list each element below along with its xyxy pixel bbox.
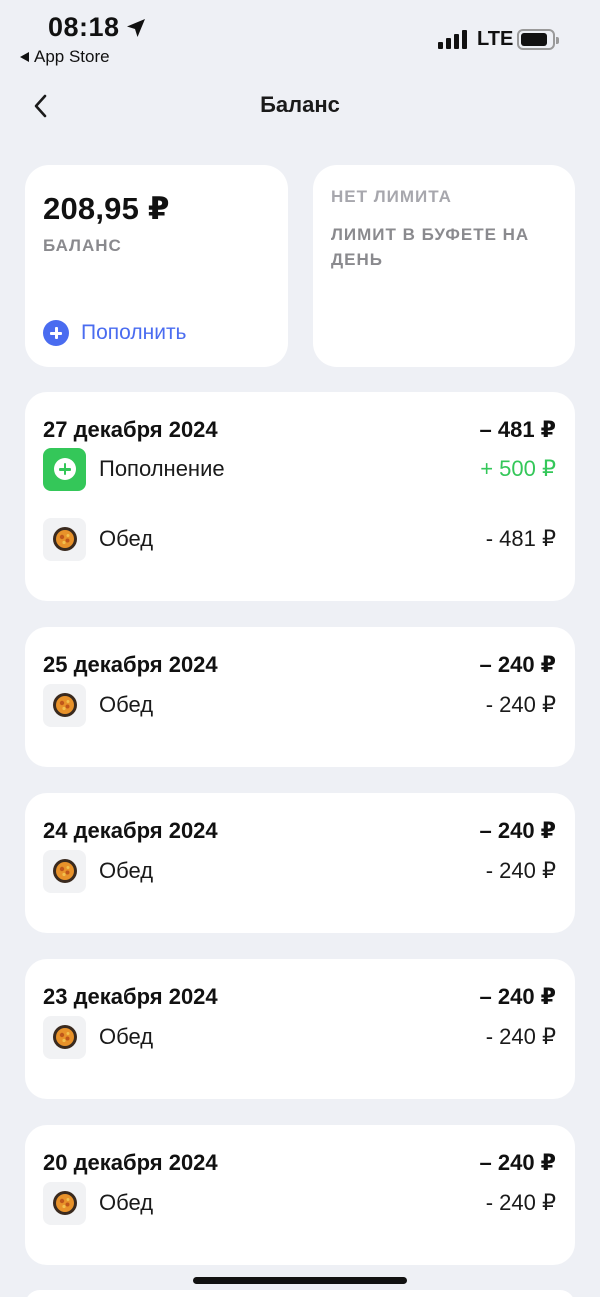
back-to-app-store[interactable]: App Store (20, 47, 110, 67)
day-date: 23 декабря 2024 (43, 984, 218, 1009)
transaction-row[interactable]: Обед - 240 ₽ (43, 1015, 556, 1059)
day-group: 20 декабря 2024 – 240 ₽ Обед - 240 ₽ (25, 1125, 575, 1265)
transaction-row[interactable]: Обед - 481 ₽ (43, 517, 556, 561)
network-type: LTE (477, 28, 514, 50)
transaction-name: Обед (99, 1190, 154, 1215)
transaction-row[interactable]: Обед - 240 ₽ (43, 683, 556, 727)
transaction-amount: + 500 ₽ (480, 456, 556, 481)
back-app-label: App Store (34, 47, 110, 66)
home-indicator (193, 1277, 407, 1284)
transaction-amount: - 481 ₽ (485, 526, 556, 551)
balance-card: 208,95 ₽ БАЛАНС Пополнить (25, 165, 288, 367)
meal-plate-icon (43, 517, 86, 561)
limit-card: НЕТ ЛИМИТА ЛИМИТ В БУФЕТЕ НА ДЕНЬ (313, 165, 575, 367)
day-date: 24 декабря 2024 (43, 818, 218, 843)
page-title: Баланс (260, 92, 340, 117)
balance-amount: 208,95 ₽ (43, 191, 170, 226)
transaction-row[interactable]: Обед - 240 ₽ (43, 1181, 556, 1225)
next-day-group-peek (25, 1290, 575, 1297)
location-arrow-icon (127, 19, 145, 37)
day-date: 20 декабря 2024 (43, 1150, 218, 1175)
plus-circle-icon (43, 320, 69, 346)
topup-button-label: Пополнить (81, 321, 187, 344)
balance-label: БАЛАНС (43, 236, 122, 255)
day-group: 23 декабря 2024 – 240 ₽ Обед - 240 ₽ (25, 959, 575, 1099)
limit-value: НЕТ ЛИМИТА (331, 187, 452, 206)
topup-button[interactable]: Пополнить (43, 320, 187, 346)
day-group: 24 декабря 2024 – 240 ₽ Обед - 240 ₽ (25, 793, 575, 933)
transaction-amount: - 240 ₽ (485, 692, 556, 717)
status-bar: 08:18 App Store LTE (0, 0, 600, 75)
day-date: 25 декабря 2024 (43, 652, 218, 677)
back-triangle-icon (20, 52, 29, 62)
transaction-amount: - 240 ₽ (485, 1190, 556, 1215)
day-total: – 481 ₽ (479, 417, 556, 442)
transaction-name: Обед (99, 526, 154, 551)
day-total: – 240 ₽ (479, 1150, 556, 1175)
limit-label: ЛИМИТ В БУФЕТЕ НА ДЕНЬ (331, 225, 530, 269)
transaction-name: Обед (99, 1024, 154, 1049)
signal-icon (438, 30, 467, 49)
transaction-amount: - 240 ₽ (485, 858, 556, 883)
transaction-row[interactable]: Обед - 240 ₽ (43, 849, 556, 893)
transaction-name: Обед (99, 692, 154, 717)
meal-plate-icon (43, 849, 86, 893)
day-group: 27 декабря 2024 – 481 ₽ Пополнение + 500 ₽ О… (25, 392, 575, 601)
status-time: 08:18 (48, 12, 120, 42)
plus-circle-icon (43, 447, 86, 491)
transaction-name: Обед (99, 858, 154, 883)
day-total: – 240 ₽ (479, 984, 556, 1009)
day-total: – 240 ₽ (479, 652, 556, 677)
day-date: 27 декабря 2024 (43, 417, 218, 442)
meal-plate-icon (43, 683, 86, 727)
meal-plate-icon (43, 1181, 86, 1225)
transaction-row[interactable]: Пополнение + 500 ₽ (43, 447, 556, 491)
day-total: – 240 ₽ (479, 818, 556, 843)
transaction-amount: - 240 ₽ (485, 1024, 556, 1049)
meal-plate-icon (43, 1015, 86, 1059)
transaction-name: Пополнение (99, 456, 225, 481)
battery-icon (517, 29, 559, 50)
day-group: 25 декабря 2024 – 240 ₽ Обед - 240 ₽ (25, 627, 575, 767)
